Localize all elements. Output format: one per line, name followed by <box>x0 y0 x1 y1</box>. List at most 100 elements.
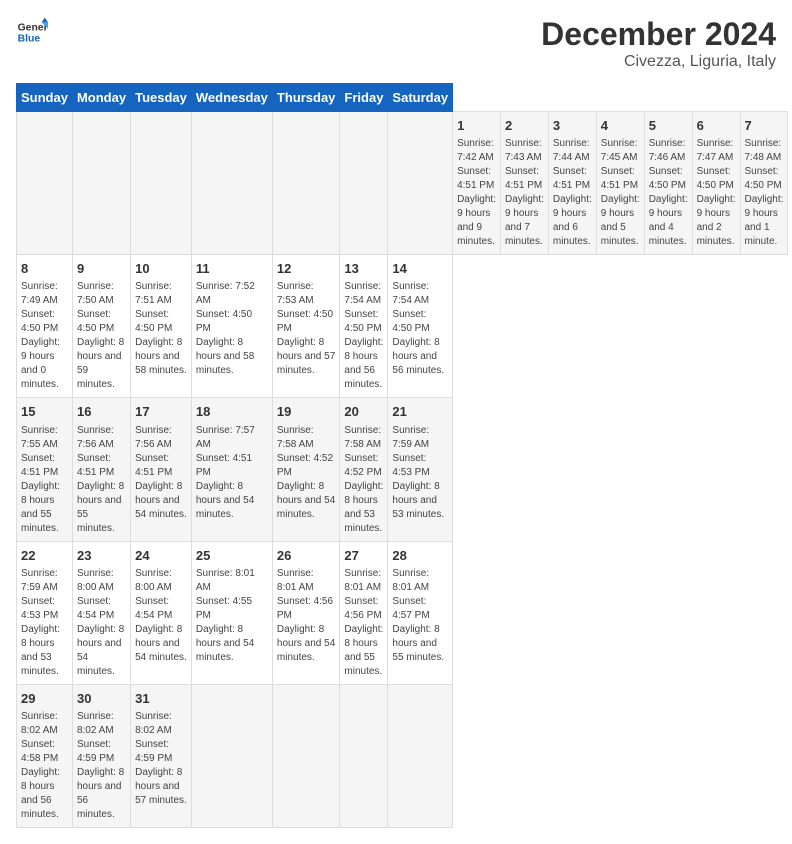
day-info: Sunrise: 8:00 AMSunset: 4:54 PMDaylight:… <box>77 567 126 679</box>
day-info: Sunrise: 7:54 AMSunset: 4:50 PMDaylight:… <box>392 280 448 378</box>
day-number: 10 <box>135 260 187 278</box>
day-number: 25 <box>196 547 268 565</box>
calendar-cell: 10 Sunrise: 7:51 AMSunset: 4:50 PMDayligh… <box>131 255 192 398</box>
day-number: 28 <box>392 547 448 565</box>
logo-icon: General Blue <box>16 16 48 48</box>
calendar-cell: 29 Sunrise: 8:02 AMSunset: 4:58 PMDayligh… <box>17 684 73 827</box>
day-number: 4 <box>601 117 640 135</box>
day-number: 29 <box>21 690 68 708</box>
calendar-cell <box>131 112 192 255</box>
day-number: 26 <box>277 547 336 565</box>
day-number: 5 <box>649 117 688 135</box>
calendar-cell: 15Sunrise: 7:55 AMSunset: 4:51 PMDayligh… <box>17 398 73 541</box>
day-number: 23 <box>77 547 126 565</box>
calendar-week-row: 1 Sunrise: 7:42 AMSunset: 4:51 PMDaylight… <box>17 112 788 255</box>
day-info: Sunrise: 7:43 AMSunset: 4:51 PMDaylight:… <box>505 137 544 249</box>
calendar-cell: 4 Sunrise: 7:45 AMSunset: 4:51 PMDaylight… <box>596 112 644 255</box>
day-number: 21 <box>392 403 448 421</box>
header-saturday: Saturday <box>388 84 453 112</box>
location-subtitle: Civezza, Liguria, Italy <box>541 53 776 71</box>
calendar-cell: 8 Sunrise: 7:49 AMSunset: 4:50 PMDaylight… <box>17 255 73 398</box>
day-info: Sunrise: 8:01 AMSunset: 4:55 PMDaylight:… <box>196 567 268 665</box>
day-number: 11 <box>196 260 268 278</box>
calendar-cell: 12Sunrise: 7:53 AMSunset: 4:50 PMDayligh… <box>272 255 340 398</box>
day-number: 3 <box>553 117 592 135</box>
calendar-cell: 13Sunrise: 7:54 AMSunset: 4:50 PMDayligh… <box>340 255 388 398</box>
day-info: Sunrise: 7:53 AMSunset: 4:50 PMDaylight:… <box>277 280 336 378</box>
day-number: 7 <box>745 117 784 135</box>
day-number: 17 <box>135 403 187 421</box>
logo: General Blue <box>16 16 48 48</box>
day-info: Sunrise: 7:47 AMSunset: 4:50 PMDaylight:… <box>697 137 736 249</box>
day-number: 1 <box>457 117 496 135</box>
calendar-cell: 21 Sunrise: 7:59 AMSunset: 4:53 PMDayligh… <box>388 398 453 541</box>
header-friday: Friday <box>340 84 388 112</box>
calendar-cell: 19 Sunrise: 7:58 AMSunset: 4:52 PMDayligh… <box>272 398 340 541</box>
calendar-cell: 7Sunrise: 7:48 AMSunset: 4:50 PMDaylight… <box>740 112 788 255</box>
calendar-cell: 22 Sunrise: 7:59 AMSunset: 4:53 PMDayligh… <box>17 541 73 684</box>
day-number: 31 <box>135 690 187 708</box>
calendar-cell <box>72 112 130 255</box>
calendar-week-row: 8 Sunrise: 7:49 AMSunset: 4:50 PMDaylight… <box>17 255 788 398</box>
calendar-cell: 30Sunrise: 8:02 AMSunset: 4:59 PMDayligh… <box>72 684 130 827</box>
calendar-cell: 1 Sunrise: 7:42 AMSunset: 4:51 PMDaylight… <box>453 112 501 255</box>
day-info: Sunrise: 7:42 AMSunset: 4:51 PMDaylight:… <box>457 137 496 249</box>
day-info: Sunrise: 8:02 AMSunset: 4:59 PMDaylight:… <box>135 710 187 808</box>
day-number: 18 <box>196 403 268 421</box>
calendar-cell: 6 Sunrise: 7:47 AMSunset: 4:50 PMDaylight… <box>692 112 740 255</box>
calendar-cell: 24 Sunrise: 8:00 AMSunset: 4:54 PMDayligh… <box>131 541 192 684</box>
calendar-cell <box>191 684 272 827</box>
calendar-cell: 16 Sunrise: 7:56 AMSunset: 4:51 PMDayligh… <box>72 398 130 541</box>
calendar-cell <box>272 112 340 255</box>
month-title: December 2024 <box>541 16 776 53</box>
calendar-week-row: 15Sunrise: 7:55 AMSunset: 4:51 PMDayligh… <box>17 398 788 541</box>
day-info: Sunrise: 7:59 AMSunset: 4:53 PMDaylight:… <box>21 567 68 679</box>
day-number: 15 <box>21 403 68 421</box>
day-info: Sunrise: 8:01 AMSunset: 4:56 PMDaylight:… <box>277 567 336 665</box>
day-number: 19 <box>277 403 336 421</box>
header-wednesday: Wednesday <box>191 84 272 112</box>
day-info: Sunrise: 8:00 AMSunset: 4:54 PMDaylight:… <box>135 567 187 665</box>
calendar-week-row: 29 Sunrise: 8:02 AMSunset: 4:58 PMDayligh… <box>17 684 788 827</box>
day-info: Sunrise: 8:02 AMSunset: 4:58 PMDaylight:… <box>21 710 68 822</box>
day-info: Sunrise: 7:51 AMSunset: 4:50 PMDaylight:… <box>135 280 187 378</box>
calendar-cell: 23 Sunrise: 8:00 AMSunset: 4:54 PMDayligh… <box>72 541 130 684</box>
day-info: Sunrise: 7:56 AMSunset: 4:51 PMDaylight:… <box>77 424 126 536</box>
calendar-cell <box>272 684 340 827</box>
header-tuesday: Tuesday <box>131 84 192 112</box>
day-info: Sunrise: 7:49 AMSunset: 4:50 PMDaylight:… <box>21 280 68 392</box>
calendar-cell: 11Sunrise: 7:52 AMSunset: 4:50 PMDayligh… <box>191 255 272 398</box>
day-info: Sunrise: 8:01 AMSunset: 4:57 PMDaylight:… <box>392 567 448 665</box>
day-info: Sunrise: 7:46 AMSunset: 4:50 PMDaylight:… <box>649 137 688 249</box>
header-sunday: Sunday <box>17 84 73 112</box>
calendar-cell: 26 Sunrise: 8:01 AMSunset: 4:56 PMDayligh… <box>272 541 340 684</box>
day-info: Sunrise: 7:50 AMSunset: 4:50 PMDaylight:… <box>77 280 126 392</box>
day-info: Sunrise: 7:59 AMSunset: 4:53 PMDaylight:… <box>392 424 448 522</box>
day-info: Sunrise: 7:56 AMSunset: 4:51 PMDaylight:… <box>135 424 187 522</box>
day-number: 6 <box>697 117 736 135</box>
calendar-table: SundayMondayTuesdayWednesdayThursdayFrid… <box>16 83 788 828</box>
day-number: 8 <box>21 260 68 278</box>
calendar-cell <box>388 684 453 827</box>
calendar-cell <box>340 684 388 827</box>
calendar-cell: 27 Sunrise: 8:01 AMSunset: 4:56 PMDayligh… <box>340 541 388 684</box>
day-number: 22 <box>21 547 68 565</box>
day-number: 14 <box>392 260 448 278</box>
day-info: Sunrise: 7:45 AMSunset: 4:51 PMDaylight:… <box>601 137 640 249</box>
day-number: 24 <box>135 547 187 565</box>
day-number: 30 <box>77 690 126 708</box>
day-info: Sunrise: 7:58 AMSunset: 4:52 PMDaylight:… <box>277 424 336 522</box>
day-info: Sunrise: 8:01 AMSunset: 4:56 PMDaylight:… <box>344 567 383 679</box>
day-number: 16 <box>77 403 126 421</box>
title-block: December 2024 Civezza, Liguria, Italy <box>541 16 776 71</box>
day-number: 9 <box>77 260 126 278</box>
day-info: Sunrise: 7:57 AMSunset: 4:51 PMDaylight:… <box>196 424 268 522</box>
day-info: Sunrise: 7:44 AMSunset: 4:51 PMDaylight:… <box>553 137 592 249</box>
day-info: Sunrise: 7:58 AMSunset: 4:52 PMDaylight:… <box>344 424 383 536</box>
calendar-cell: 2 Sunrise: 7:43 AMSunset: 4:51 PMDaylight… <box>500 112 548 255</box>
day-number: 27 <box>344 547 383 565</box>
page-header: General Blue December 2024 Civezza, Ligu… <box>16 16 776 71</box>
calendar-cell: 18 Sunrise: 7:57 AMSunset: 4:51 PMDayligh… <box>191 398 272 541</box>
calendar-cell: 28 Sunrise: 8:01 AMSunset: 4:57 PMDayligh… <box>388 541 453 684</box>
day-number: 2 <box>505 117 544 135</box>
